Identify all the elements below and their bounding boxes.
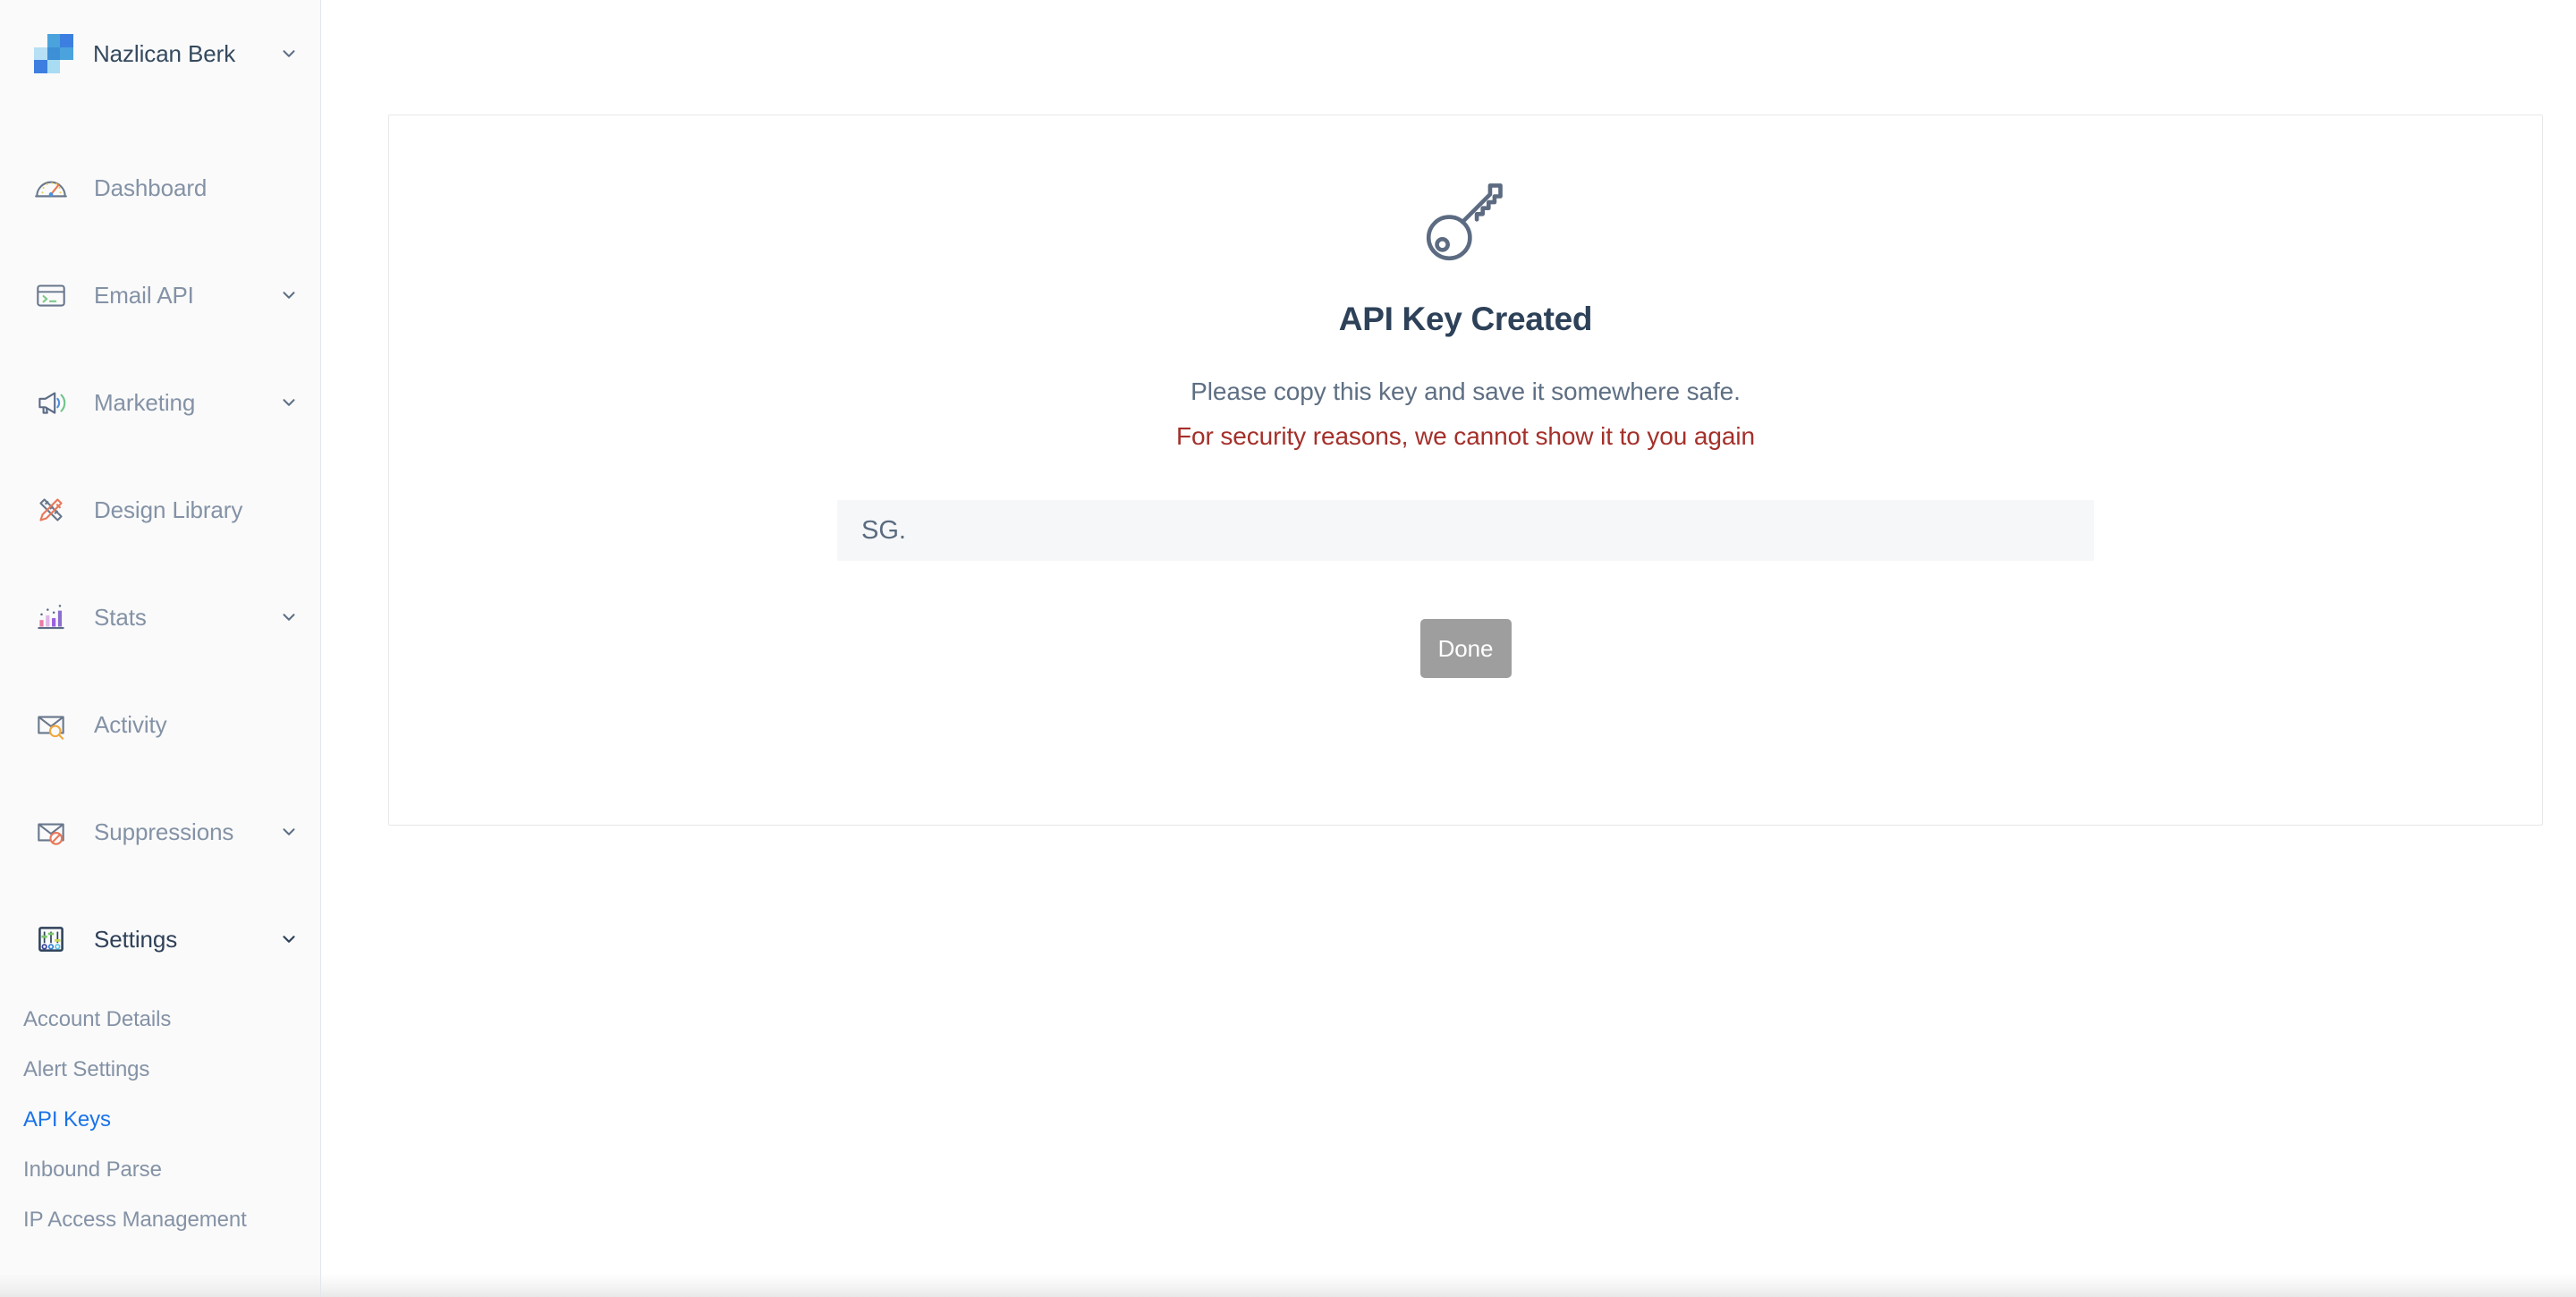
sidebar: Nazlican Berk Dashboard Email API Market… [0,0,321,1297]
chevron-down-icon[interactable] [279,929,299,949]
security-warning-text: For security reasons, we cannot show it … [1176,422,1755,450]
card-subtitle: Please copy this key and save it somewhe… [1191,377,1741,405]
sidebar-item-label: Marketing [94,388,196,416]
sidebar-item-label: Stats [94,603,147,631]
ruler-pencil-icon [32,491,70,529]
sidebar-subitem-alert-settings[interactable]: Alert Settings [0,1045,320,1095]
sidebar-subitem-ip-access-management[interactable]: IP Access Management [0,1195,320,1245]
chevron-down-icon[interactable] [279,822,299,842]
settings-subnav: Account Details Alert Settings API Keys … [0,993,320,1245]
sidebar-item-dashboard[interactable]: Dashboard [0,134,320,242]
chevron-down-icon[interactable] [279,285,299,305]
sidebar-subitem-account-details[interactable]: Account Details [0,995,320,1045]
chevron-down-icon[interactable] [279,393,299,412]
envelope-blocked-icon [32,813,70,851]
sidebar-item-label: Settings [94,925,178,953]
done-button[interactable]: Done [1419,619,1512,678]
horizontal-scrollbar[interactable] [321,1274,2576,1297]
sidebar-item-activity[interactable]: Activity [0,671,320,778]
sliders-icon [32,920,70,958]
sidebar-item-stats[interactable]: Stats [0,564,320,671]
page-title: API Key Created [1338,301,1593,337]
sidebar-item-label: Suppressions [94,818,234,845]
speedometer-icon [32,169,70,207]
megaphone-icon [32,384,70,421]
terminal-card-icon [32,276,70,314]
sendgrid-logo-icon [34,34,73,73]
key-icon [1417,172,1515,270]
sidebar-scroll-shadow [0,1274,320,1297]
envelope-search-icon [32,706,70,743]
api-key-created-card: API Key Created Please copy this key and… [388,114,2543,826]
sidebar-item-settings[interactable]: Settings [0,886,320,993]
sidebar-subitem-api-keys[interactable]: API Keys [0,1095,320,1145]
sidebar-item-suppressions[interactable]: Suppressions [0,778,320,886]
main-navigation: Dashboard Email API Marketing Design Lib… [0,134,320,1245]
chevron-down-icon[interactable] [279,44,299,64]
api-key-value-field[interactable]: SG. [837,500,2094,561]
bar-chart-icon [32,598,70,636]
sidebar-item-label: Activity [94,710,167,738]
account-name: Nazlican Berk [93,39,236,67]
sidebar-subitem-inbound-parse[interactable]: Inbound Parse [0,1145,320,1195]
sidebar-item-label: Design Library [94,496,243,523]
sidebar-item-label: Email API [94,281,194,309]
chevron-down-icon[interactable] [279,607,299,627]
sidebar-item-label: Dashboard [94,174,208,201]
account-switcher[interactable]: Nazlican Berk [0,0,320,107]
app-root: Nazlican Berk Dashboard Email API Market… [0,0,2576,1297]
sidebar-item-email-api[interactable]: Email API [0,242,320,349]
sidebar-item-design-library[interactable]: Design Library [0,456,320,564]
main-content: API Key Created Please copy this key and… [321,0,2576,1297]
sidebar-item-marketing[interactable]: Marketing [0,349,320,456]
